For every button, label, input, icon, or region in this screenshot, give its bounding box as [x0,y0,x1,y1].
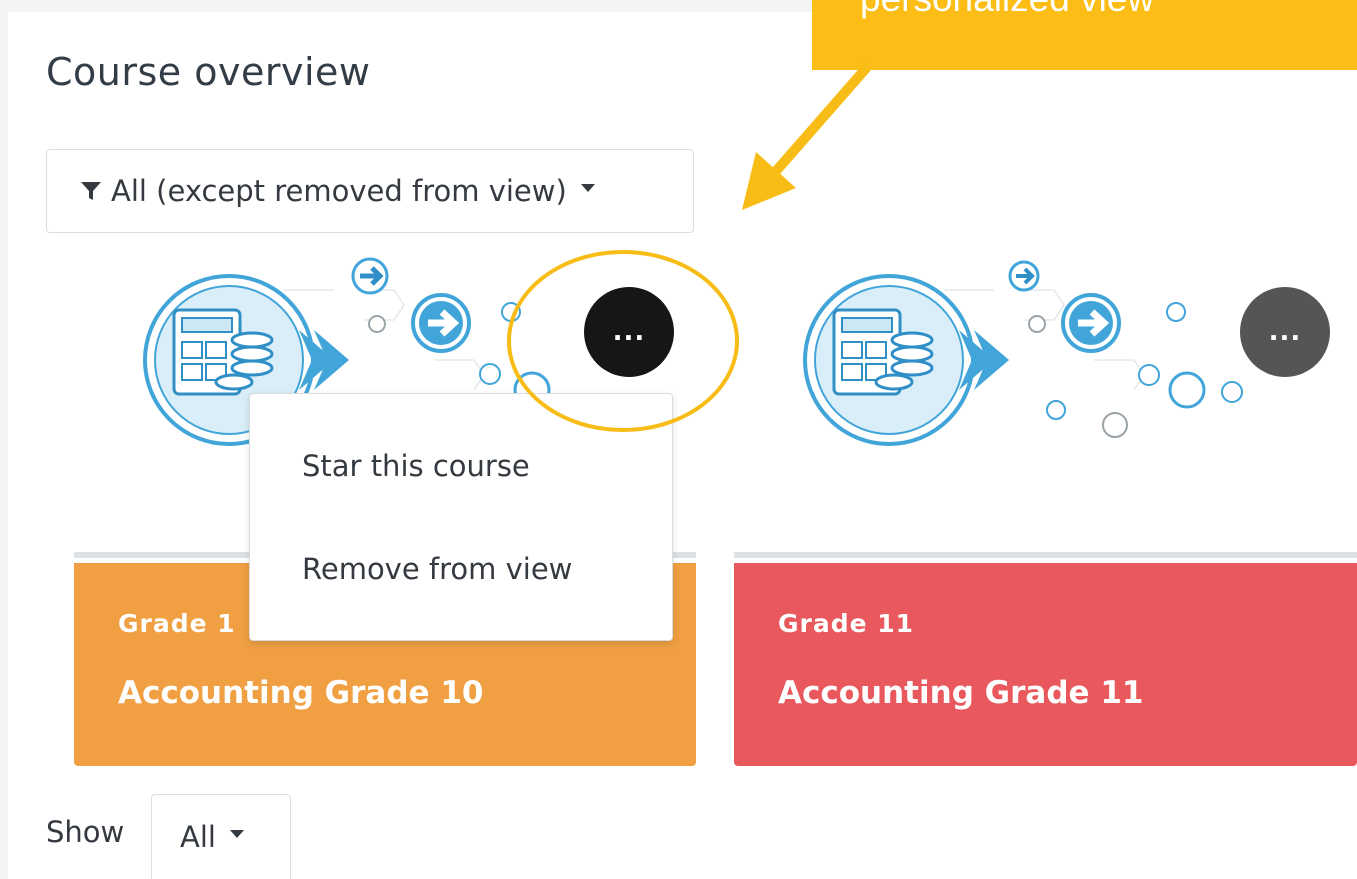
callout-text: personalized view [860,0,1154,20]
course-info[interactable]: Grade 11 Accounting Grade 11 [734,563,1357,766]
course-image[interactable]: ... [734,250,1357,558]
course-action-menu-button[interactable]: ... [1240,287,1330,377]
caret-down-icon [580,184,595,192]
accounting-illustration [803,260,1243,446]
callout-box: personalized view [812,0,1357,70]
course-name-link[interactable]: Accounting Grade 11 [778,675,1143,711]
paging-select-value: All [180,820,216,854]
grouping-filter-dropdown[interactable]: All (except removed from view) [46,149,694,233]
course-category: Grade 11 [778,609,915,638]
caret-down-icon [229,830,244,838]
paging-select[interactable]: All [151,794,291,879]
course-category: Grade 1 [118,609,236,638]
course-action-dropdown: Star this course Remove from view [249,393,673,641]
course-name-link[interactable]: Accounting Grade 10 [118,675,483,711]
callout-arrow [742,62,872,210]
remove-from-view-menu-item[interactable]: Remove from view [302,552,572,586]
course-action-menu-button[interactable]: ... [584,287,674,377]
show-label: Show [46,815,125,849]
star-course-menu-item[interactable]: Star this course [302,449,530,483]
course-card[interactable]: ... Grade 11 Accounting Grade 11 [734,250,1357,766]
filter-label: All (except removed from view) [111,174,567,208]
funnel-icon [81,182,101,200]
block-title: Course overview [46,50,371,94]
